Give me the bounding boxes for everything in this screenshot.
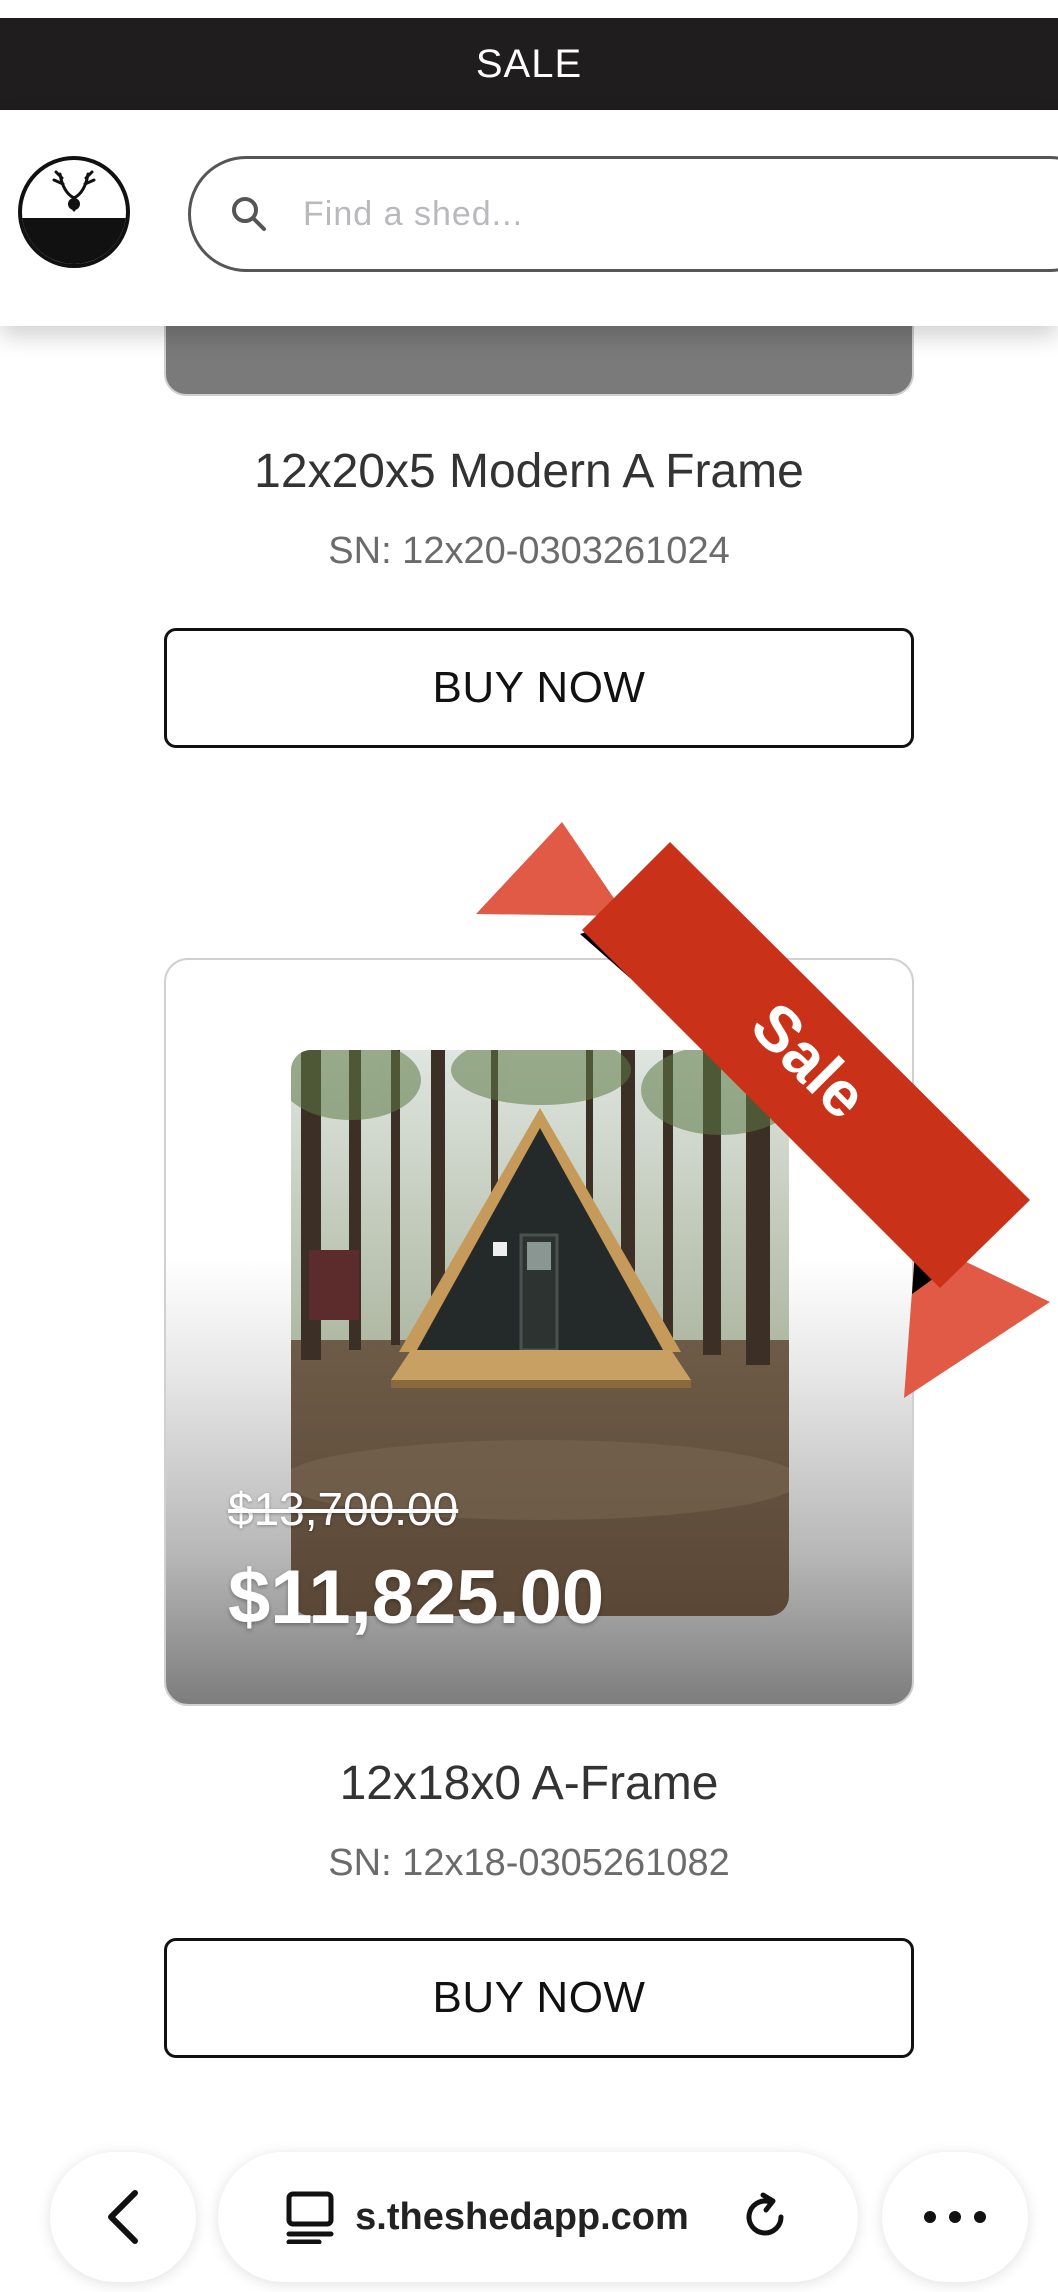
original-price: $13,700.00	[228, 1483, 459, 1535]
sale-banner: SALE	[0, 18, 1058, 110]
tabs-icon[interactable]	[285, 2190, 335, 2244]
sale-price: $11,825.00	[228, 1555, 605, 1640]
browser-toolbar: s.theshedapp.com	[0, 2138, 1058, 2292]
address-bar[interactable]: s.theshedapp.com	[218, 2152, 858, 2282]
search-input[interactable]	[301, 193, 905, 235]
back-button[interactable]	[50, 2152, 196, 2282]
chevron-left-icon	[108, 2190, 138, 2244]
url-text[interactable]: s.theshedapp.com	[355, 2196, 689, 2239]
brand-logo[interactable]	[18, 156, 130, 268]
sale-ribbon: Sale	[476, 822, 1050, 1398]
sale-banner-text: SALE	[475, 41, 583, 86]
antlers-icon	[52, 170, 96, 212]
site-header	[0, 110, 1058, 326]
more-horizontal-icon	[924, 2211, 986, 2223]
search-icon	[232, 197, 266, 231]
product-serial-number: SN: 12x20-0303261024	[328, 530, 730, 572]
product-title[interactable]: 12x20x5 Modern A Frame	[0, 444, 1058, 499]
buy-now-button[interactable]: BUY NOW	[164, 1938, 914, 2058]
product-title[interactable]: 12x18x0 A-Frame	[0, 1756, 1058, 1811]
search-box[interactable]	[188, 156, 1058, 272]
product-serial-number: SN: 12x18-0305261082	[328, 1842, 730, 1884]
buy-now-button[interactable]: BUY NOW	[164, 628, 914, 748]
reload-icon[interactable]	[739, 2191, 791, 2243]
more-menu-button[interactable]	[882, 2152, 1028, 2282]
